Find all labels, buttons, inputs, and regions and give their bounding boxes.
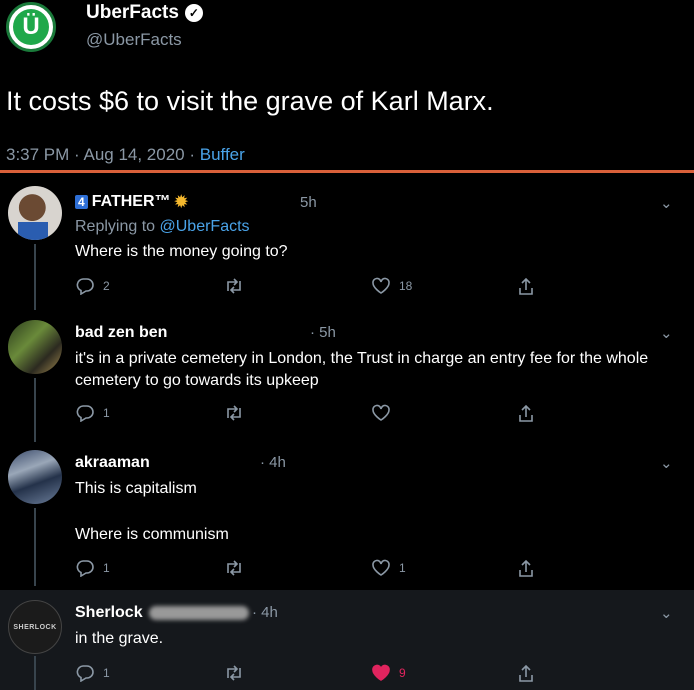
reply-text: in the grave. <box>75 630 164 647</box>
account-handle[interactable]: @UberFacts <box>86 30 182 50</box>
share-icon <box>519 664 533 682</box>
tweet-meta: 3:37 PM · Aug 14, 2020 · Buffer <box>6 145 245 165</box>
chevron-down-icon[interactable]: ⌄ <box>660 454 673 472</box>
retweet-action[interactable] <box>223 404 245 422</box>
reply-item[interactable]: 4 FATHER™ ✹ 5h ⌄ Replying to @UberFacts … <box>0 180 694 310</box>
like-action[interactable]: 9 <box>371 664 406 682</box>
retweet-icon <box>227 405 241 421</box>
reply-icon <box>76 405 94 422</box>
reply-author-name[interactable]: FATHER™ <box>92 193 171 211</box>
reply-time[interactable]: 5h <box>300 194 317 211</box>
share-action[interactable] <box>517 664 535 684</box>
thread-line <box>34 244 36 310</box>
tweet-source[interactable]: Buffer <box>200 145 245 164</box>
replying-handle[interactable]: @UberFacts <box>160 218 250 235</box>
reply-author[interactable]: Sherlock <box>75 604 249 622</box>
chevron-down-icon[interactable]: ⌄ <box>660 194 673 212</box>
section-divider <box>0 170 694 173</box>
action-bar: 1 <box>75 404 555 426</box>
reply-author[interactable]: 4 FATHER™ ✹ <box>75 192 188 212</box>
retweet-action[interactable] <box>223 277 245 295</box>
share-icon <box>519 559 533 577</box>
main-tweet: Ü UberFacts ✓ @UberFacts It costs $6 to … <box>0 0 694 172</box>
reply-text: it's in a private cemetery in London, th… <box>75 350 649 389</box>
retweet-action[interactable] <box>223 559 245 577</box>
share-action[interactable] <box>517 277 535 297</box>
reply-item[interactable]: bad zen ben · 5h ⌄ it's in a private cem… <box>0 312 694 442</box>
avatar-label: SHERLOCK <box>13 623 57 631</box>
display-name[interactable]: UberFacts ✓ <box>86 2 203 24</box>
retweet-icon <box>227 278 241 294</box>
thread-line <box>34 378 36 442</box>
avatar[interactable] <box>8 450 62 504</box>
reply-icon <box>76 665 94 682</box>
retweet-action[interactable] <box>223 664 245 682</box>
reply-count: 1 <box>103 406 110 420</box>
like-count: 1 <box>399 561 406 575</box>
number-badge: 4 <box>75 195 88 209</box>
reply-icon <box>76 560 94 577</box>
reply-text: Where is the money going to? <box>75 243 288 260</box>
share-action[interactable] <box>517 404 535 424</box>
redacted-name <box>148 606 249 620</box>
like-action[interactable] <box>371 404 399 422</box>
replying-to: Replying to @UberFacts <box>75 218 250 236</box>
avatar[interactable]: SHERLOCK <box>8 600 62 654</box>
reply-action[interactable]: 1 <box>75 664 110 682</box>
tweet-timestamp[interactable]: 3:37 PM · Aug 14, 2020 · <box>6 145 200 164</box>
reply-time[interactable]: · 4h <box>260 454 286 471</box>
action-bar: 1 9 <box>75 664 555 686</box>
retweet-icon <box>227 665 241 681</box>
avatar[interactable] <box>8 320 62 374</box>
action-bar: 2 18 <box>75 277 555 299</box>
chevron-down-icon[interactable]: ⌄ <box>660 324 673 342</box>
reply-count: 1 <box>103 561 110 575</box>
heart-icon <box>372 277 390 294</box>
reply-time[interactable]: · 4h <box>252 604 278 621</box>
avatar-shirt <box>18 222 48 240</box>
heart-icon <box>372 404 390 421</box>
reply-author[interactable]: bad zen ben <box>75 324 167 342</box>
reply-action[interactable]: 2 <box>75 277 110 295</box>
tweet-text: It costs $6 to visit the grave of Karl M… <box>6 86 494 116</box>
display-name-text[interactable]: UberFacts <box>86 2 179 24</box>
reply-action[interactable]: 1 <box>75 559 110 577</box>
reply-text: This is capitalism <box>75 480 197 497</box>
reply-icon <box>76 278 94 295</box>
reply-author-name[interactable]: bad zen ben <box>75 324 167 342</box>
reply-count: 1 <box>103 666 110 680</box>
avatar[interactable] <box>8 186 62 240</box>
reply-item[interactable]: akraaman · 4h ⌄ This is capitalism Where… <box>0 442 694 586</box>
sun-icon: ✹ <box>174 194 188 211</box>
like-action[interactable]: 18 <box>371 277 412 295</box>
reply-count: 2 <box>103 279 110 293</box>
heart-icon <box>372 559 390 576</box>
reply-author[interactable]: akraaman <box>75 454 150 472</box>
chevron-down-icon[interactable]: ⌄ <box>660 604 673 622</box>
heart-filled-icon <box>372 664 390 681</box>
reply-author-name[interactable]: Sherlock <box>75 604 143 622</box>
reply-action[interactable]: 1 <box>75 404 110 422</box>
thread-line <box>34 656 36 690</box>
share-icon <box>519 277 533 295</box>
verified-icon: ✓ <box>184 4 203 22</box>
reply-author-name[interactable]: akraaman <box>75 454 150 472</box>
like-action[interactable]: 1 <box>371 559 406 577</box>
uberfacts-avatar[interactable]: Ü <box>6 2 56 52</box>
uberfacts-logo: Ü <box>13 9 49 45</box>
share-icon <box>519 404 533 422</box>
reply-time[interactable]: · 5h <box>310 324 336 341</box>
action-bar: 1 1 <box>75 559 555 581</box>
like-count: 9 <box>399 666 406 680</box>
reply-text-line-2: Where is communism <box>75 526 229 543</box>
share-action[interactable] <box>517 559 535 579</box>
thread-line <box>34 508 36 586</box>
reply-item-highlighted[interactable]: SHERLOCK Sherlock · 4h ⌄ in the grave. 1… <box>0 590 694 690</box>
retweet-icon <box>227 560 241 576</box>
replying-prefix: Replying to <box>75 218 160 235</box>
like-count: 18 <box>399 279 413 293</box>
